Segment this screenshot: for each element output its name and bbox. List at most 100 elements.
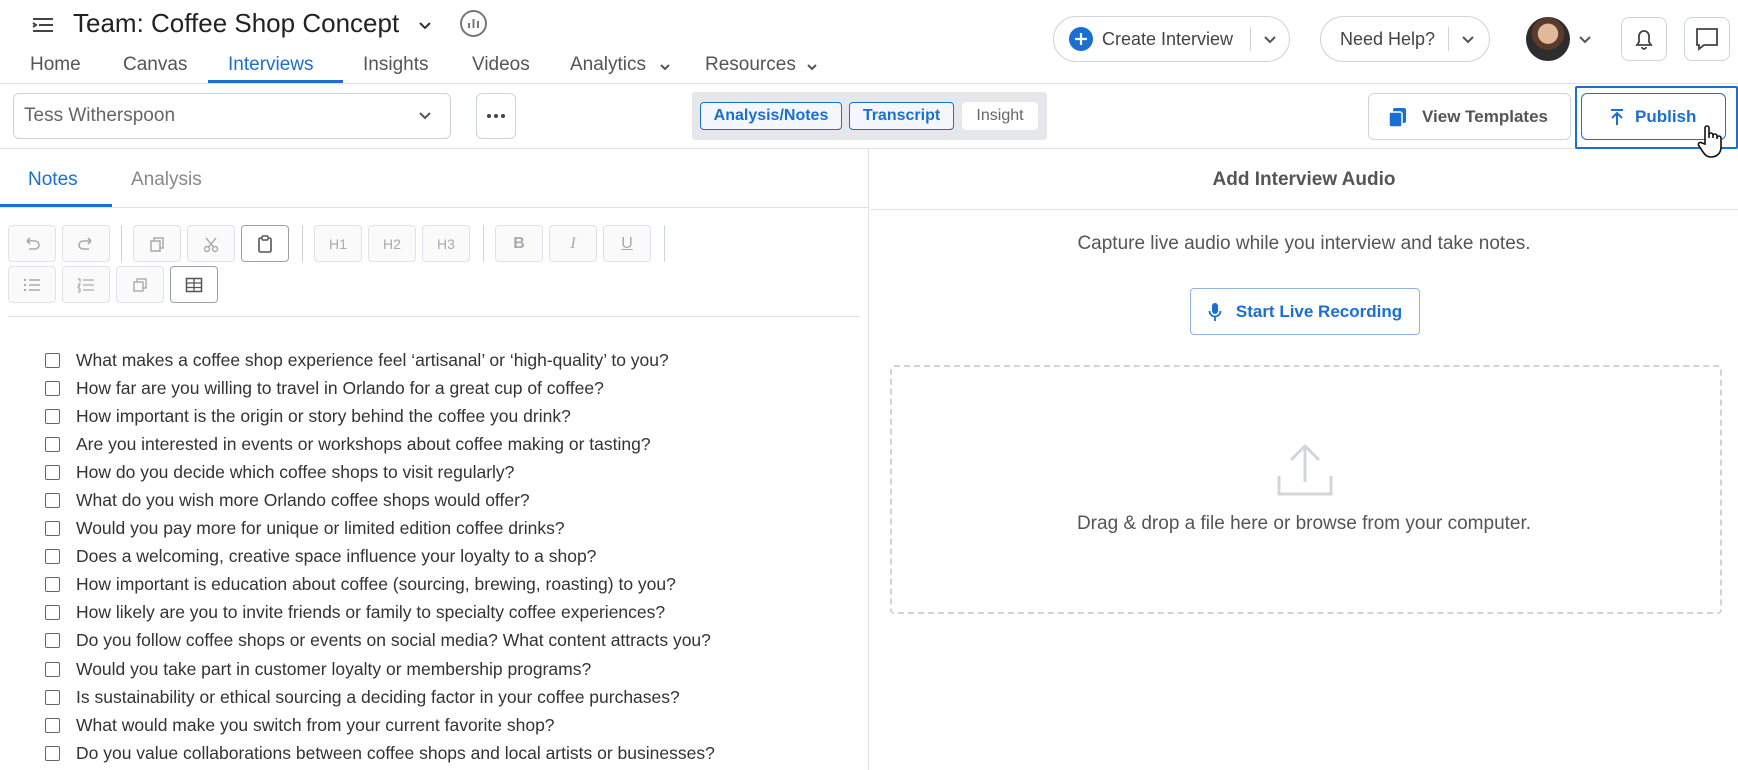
heading-2-button[interactable]: H2: [368, 225, 416, 262]
chevron-down-icon[interactable]: [1577, 32, 1593, 48]
start-live-recording-label: Start Live Recording: [1235, 301, 1403, 321]
heading-1-button[interactable]: H1: [314, 225, 362, 262]
heading-3-button[interactable]: H3: [422, 225, 470, 262]
messages-button[interactable]: [1684, 17, 1730, 61]
notes-panel: Notes Analysis H1 H2 H3 B I U What makes…: [0, 149, 869, 770]
question-text[interactable]: Do you follow coffee shops or events on …: [76, 630, 711, 651]
question-text[interactable]: Would you take part in customer loyalty …: [76, 659, 591, 680]
question-text[interactable]: What would make you switch from your cur…: [76, 715, 555, 736]
checkbox[interactable]: [45, 717, 60, 733]
checkbox[interactable]: [45, 577, 60, 593]
nav-analytics[interactable]: Analytics: [570, 54, 646, 76]
table-icon: [185, 277, 203, 292]
nav-interviews[interactable]: Interviews: [228, 54, 314, 76]
checklist-item: Does a welcoming, creative space influen…: [45, 543, 715, 571]
checkbox[interactable]: [45, 633, 60, 649]
copy-button[interactable]: [133, 225, 181, 262]
segment-analysis-notes[interactable]: Analysis/Notes: [700, 102, 842, 130]
checklist-item: Is sustainability or ethical sourcing a …: [45, 683, 715, 711]
checkbox[interactable]: [45, 549, 60, 565]
view-templates-button[interactable]: View Templates: [1368, 93, 1571, 140]
checkbox[interactable]: [45, 352, 60, 368]
paste-button[interactable]: [241, 225, 289, 262]
question-text[interactable]: Does a welcoming, creative space influen…: [76, 546, 596, 567]
start-live-recording-button[interactable]: Start Live Recording: [1190, 288, 1420, 335]
question-text[interactable]: What do you wish more Orlando coffee sho…: [76, 490, 530, 511]
question-text[interactable]: Are you interested in events or workshop…: [76, 434, 651, 455]
segment-insight[interactable]: Insight: [962, 102, 1038, 130]
ellipsis-icon: [487, 114, 505, 118]
question-text[interactable]: How important is the origin or story beh…: [76, 406, 571, 427]
nav-insights[interactable]: Insights: [363, 54, 428, 76]
need-help-button[interactable]: Need Help?: [1320, 16, 1490, 62]
audio-panel: Add Interview Audio Capture live audio w…: [870, 149, 1738, 770]
divider: [0, 207, 869, 208]
checkbox[interactable]: [45, 380, 60, 396]
upload-icon: [1609, 108, 1625, 126]
checkbox[interactable]: [45, 689, 60, 705]
checklist-item: Would you pay more for unique or limited…: [45, 515, 715, 543]
bar-chart-icon[interactable]: [460, 10, 487, 37]
numbered-list-button[interactable]: [62, 266, 110, 303]
interviewee-select[interactable]: Tess Witherspoon: [13, 93, 451, 139]
insert-table-button[interactable]: [170, 266, 218, 303]
scissors-icon: [203, 237, 219, 252]
nav-videos[interactable]: Videos: [472, 54, 530, 76]
menu-collapse-icon[interactable]: [30, 12, 56, 38]
checklist-item: How important is education about coffee …: [45, 571, 715, 599]
question-checklist: What makes a coffee shop experience feel…: [45, 346, 715, 767]
audio-panel-subtitle: Capture live audio while you interview a…: [1077, 233, 1531, 254]
bold-button[interactable]: B: [495, 225, 543, 262]
create-interview-button[interactable]: Create Interview: [1053, 16, 1290, 62]
bell-icon: [1635, 30, 1653, 50]
question-text[interactable]: Do you value collaborations between coff…: [76, 743, 715, 764]
checkbox[interactable]: [45, 605, 60, 621]
chevron-down-icon[interactable]: [1460, 31, 1476, 47]
divider: [483, 225, 484, 262]
dropzone-text: Drag & drop a file here or browse from y…: [1076, 513, 1532, 534]
checklist-item: What makes a coffee shop experience feel…: [45, 346, 715, 374]
nav-home[interactable]: Home: [30, 54, 81, 76]
notifications-button[interactable]: [1621, 17, 1667, 61]
redo-button[interactable]: [62, 225, 110, 262]
italic-button[interactable]: I: [549, 225, 597, 262]
chevron-down-icon[interactable]: [1262, 31, 1278, 47]
checkbox[interactable]: [45, 464, 60, 480]
checkbox[interactable]: [45, 436, 60, 452]
clipboard-icon: [258, 234, 272, 253]
checkbox[interactable]: [45, 493, 60, 509]
checkbox[interactable]: [45, 408, 60, 424]
tab-analysis[interactable]: Analysis: [131, 169, 202, 191]
cut-button[interactable]: [187, 225, 235, 262]
checkbox[interactable]: [45, 745, 60, 761]
question-text[interactable]: Would you pay more for unique or limited…: [76, 518, 565, 539]
bullet-list-button[interactable]: [8, 266, 56, 303]
question-text[interactable]: What makes a coffee shop experience feel…: [76, 350, 669, 371]
bullet-list-icon: [23, 278, 40, 291]
question-text[interactable]: How important is education about coffee …: [76, 574, 676, 595]
nav-canvas[interactable]: Canvas: [123, 54, 187, 76]
view-mode-segmented-control: Analysis/Notes Transcript Insight: [692, 92, 1047, 140]
underline-button[interactable]: U: [603, 225, 651, 262]
question-text[interactable]: Is sustainability or ethical sourcing a …: [76, 687, 680, 708]
question-text[interactable]: How do you decide which coffee shops to …: [76, 462, 514, 483]
undo-button[interactable]: [8, 225, 56, 262]
nav-resources[interactable]: Resources: [705, 54, 796, 76]
active-tab-indicator: [208, 80, 343, 83]
question-text[interactable]: How likely are you to invite friends or …: [76, 602, 665, 623]
team-title[interactable]: Team: Coffee Shop Concept: [73, 8, 399, 39]
top-bar: Team: Coffee Shop Concept Home Canvas In…: [0, 0, 1738, 84]
checkbox[interactable]: [45, 661, 60, 677]
segment-transcript[interactable]: Transcript: [849, 102, 954, 130]
divider: [8, 316, 860, 317]
question-text[interactable]: How far are you willing to travel in Orl…: [76, 378, 604, 399]
chevron-down-icon[interactable]: [415, 16, 435, 36]
avatar[interactable]: [1526, 17, 1570, 61]
checkbox[interactable]: [45, 521, 60, 537]
divider: [664, 225, 665, 262]
duplicate-button[interactable]: [116, 266, 164, 303]
plus-circle-icon: [1068, 26, 1094, 52]
checklist-item: How do you decide which coffee shops to …: [45, 458, 715, 486]
more-options-button[interactable]: [476, 93, 516, 139]
tab-notes[interactable]: Notes: [28, 169, 78, 191]
